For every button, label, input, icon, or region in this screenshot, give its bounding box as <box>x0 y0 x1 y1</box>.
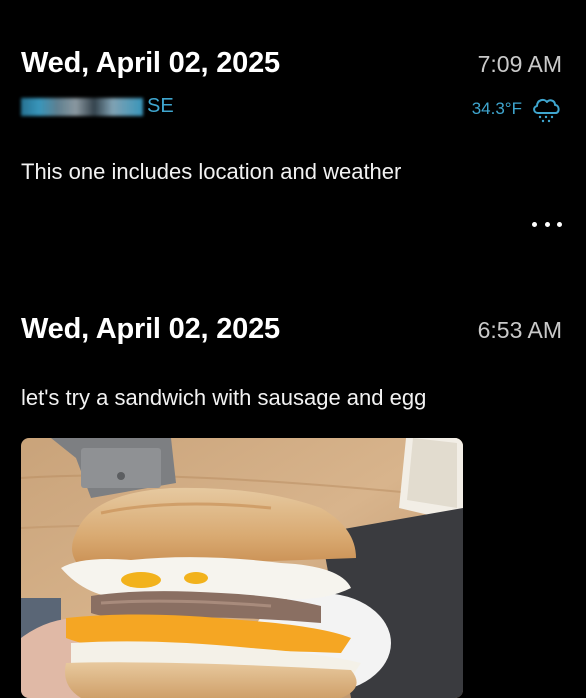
redacted-location-text <box>21 97 143 116</box>
temperature-label: 34.3°F <box>471 99 522 118</box>
journal-entry[interactable]: Wed, April 02, 2025 6:53 AM let's try a … <box>0 300 586 698</box>
entry-text: let's try a sandwich with sausage and eg… <box>21 385 427 410</box>
entry-date: Wed, April 02, 2025 <box>21 313 280 345</box>
more-options-button[interactable] <box>532 212 562 236</box>
entry-time: 7:09 AM <box>477 51 562 77</box>
entry-photo[interactable] <box>21 438 463 698</box>
journal-entry[interactable]: Wed, April 02, 2025 7:09 AM SE 34.3°F Th… <box>0 0 586 270</box>
entry-weather: 34.3°F <box>472 94 562 124</box>
entry-time: 6:53 AM <box>477 317 562 343</box>
rain-cloud-icon <box>533 98 560 123</box>
sandwich-photo <box>21 438 463 698</box>
ellipsis-icon <box>532 221 537 227</box>
entry-date: Wed, April 02, 2025 <box>21 47 280 79</box>
entry-text: This one includes location and weather <box>21 159 402 184</box>
location-label: SE <box>147 95 174 117</box>
entry-location[interactable]: SE <box>21 95 174 118</box>
